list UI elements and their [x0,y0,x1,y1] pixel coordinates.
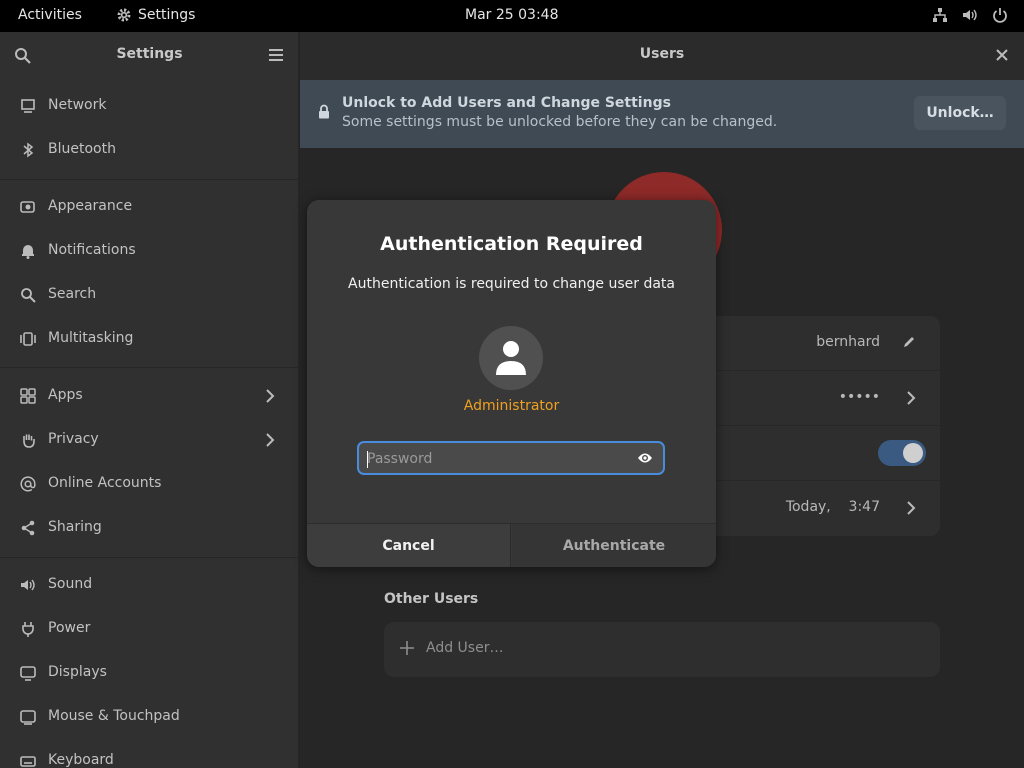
bell-icon [20,243,36,259]
close-icon[interactable] [996,49,1008,65]
sidebar-title: Settings [116,46,183,62]
at-icon [20,476,36,492]
mouse-icon [20,709,36,725]
sidebar-item-bluetooth[interactable]: Bluetooth [0,128,299,172]
sidebar-item-label: Sharing [48,519,102,535]
sidebar-item-label: Bluetooth [48,141,116,157]
sidebar-header: Settings [0,32,299,80]
sidebar-item-apps[interactable]: Apps [0,374,299,418]
sidebar-item-sound[interactable]: Sound [0,563,299,607]
sidebar-item-online-accounts[interactable]: Online Accounts [0,462,299,506]
authentication-dialog: Authentication Required Authentication i… [307,200,716,567]
system-tray[interactable] [932,7,1008,23]
sidebar-item-label: Keyboard [48,752,114,768]
clock[interactable]: Mar 25 03:48 [465,7,558,23]
speaker-icon [20,577,36,593]
dialog-title: Authentication Required [380,233,643,255]
power-plug-icon [20,621,36,637]
hand-icon [20,432,36,448]
gear-icon [116,7,132,23]
lock-icon [318,104,330,123]
banner-subtitle: Some settings must be unlocked before th… [342,114,778,130]
sidebar-item-mouse-touchpad[interactable]: Mouse & Touchpad [0,695,299,739]
last-login-value: Today, 3:47 [785,499,880,515]
sidebar-item-label: Power [48,620,91,636]
sidebar-item-sharing[interactable]: Sharing [0,506,299,550]
panel-header: Users [300,32,1024,80]
password-field[interactable] [357,441,665,475]
sidebar-item-privacy[interactable]: Privacy [0,418,299,462]
panel-title: Users [639,46,685,62]
sidebar-item-notifications[interactable]: Notifications [0,229,299,273]
sidebar-item-power[interactable]: Power [0,607,299,651]
app-menu-label: Settings [138,7,196,23]
sidebar-divider [0,367,299,368]
add-user-row[interactable]: Add User… [384,622,940,677]
sidebar-item-label: Appearance [48,198,133,214]
sidebar-item-network[interactable]: Network [0,84,299,128]
sidebar-item-label: Displays [48,664,107,680]
plus-icon [400,641,414,659]
authenticate-button[interactable]: Authenticate [512,524,716,567]
unlock-button[interactable]: Unlock… [914,96,1006,130]
sidebar-item-label: Multitasking [48,330,134,346]
sidebar-divider [0,557,299,558]
user-name-value: bernhard [816,334,880,350]
sidebar-item-appearance[interactable]: Appearance [0,185,299,229]
sidebar-item-search[interactable]: Search [0,273,299,317]
other-users-heading: Other Users [384,591,479,607]
dialog-description: Authentication is required to change use… [348,276,675,292]
chevron-right-icon [265,388,275,408]
show-password-eye-icon[interactable] [637,452,653,468]
unlock-banner: Unlock to Add Users and Change Settings … [300,80,1024,148]
user-avatar-icon [479,326,543,390]
password-input[interactable] [367,449,627,469]
sidebar-item-displays[interactable]: Displays [0,651,299,695]
mouse-pointer-icon [1019,762,1024,768]
sidebar-item-label: Notifications [48,242,136,258]
keyboard-icon [20,753,36,768]
bluetooth-icon [20,142,36,158]
apps-icon [20,388,36,404]
search-icon [20,287,36,303]
hamburger-menu-icon[interactable] [268,48,284,66]
sidebar-item-label: Mouse & Touchpad [48,708,180,724]
sidebar-item-label: Privacy [48,431,99,447]
dialog-button-bar: Cancel Authenticate [307,523,716,567]
sidebar-item-label: Apps [48,387,83,403]
auto-login-switch[interactable] [878,440,926,466]
edit-pencil-icon[interactable] [902,335,916,353]
password-value: ••••• [838,389,880,405]
power-icon [992,7,1008,23]
share-icon [20,520,36,536]
sidebar-item-label: Online Accounts [48,475,162,491]
text-cursor [367,451,368,468]
add-user-label: Add User… [426,640,504,656]
sidebar: Settings Network Bluetooth Appearance No… [0,32,299,768]
chevron-right-icon [906,500,916,520]
chevron-right-icon [906,390,916,410]
appearance-icon [20,199,36,215]
switch-knob [903,443,923,463]
network-icon [932,7,948,23]
app-menu[interactable]: Settings [116,7,195,23]
sidebar-item-label: Network [48,97,107,113]
cancel-button[interactable]: Cancel [307,524,511,567]
sidebar-item-keyboard[interactable]: Keyboard [0,739,299,768]
display-icon [20,665,36,681]
sidebar-item-label: Sound [48,576,93,592]
top-bar: Activities Settings Mar 25 03:48 [0,0,1024,32]
multitasking-icon [20,331,36,347]
sidebar-divider [0,179,299,180]
chevron-right-icon [265,432,275,452]
sidebar-item-label: Search [48,286,97,302]
sidebar-item-multitasking[interactable]: Multitasking [0,317,299,361]
volume-icon [961,7,979,23]
dialog-user-name: Administrator [463,398,560,414]
activities-button[interactable]: Activities [18,7,82,23]
banner-title: Unlock to Add Users and Change Settings [342,95,671,111]
network-icon [20,98,36,114]
